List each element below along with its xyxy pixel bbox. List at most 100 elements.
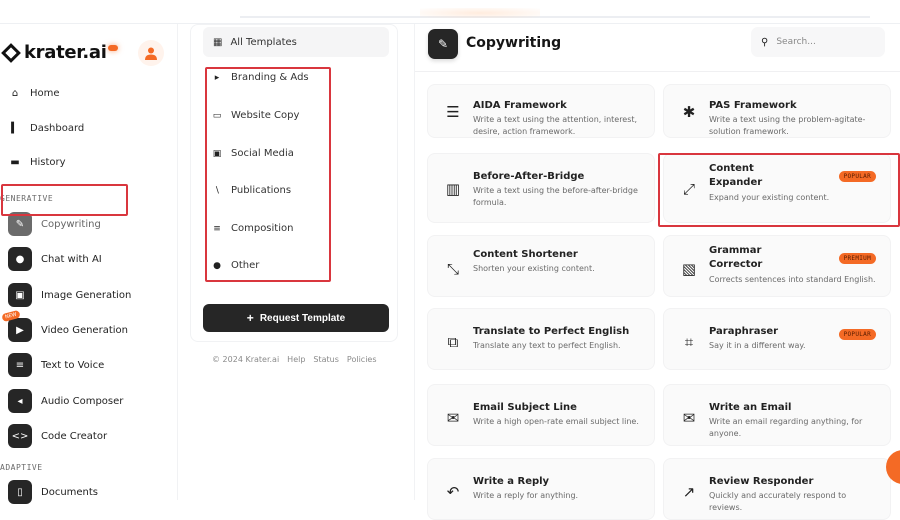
nav-item-code-creator[interactable]: <> Code Creator [8, 424, 107, 448]
nav-item-video-generation[interactable]: ▶ Video Generation [8, 318, 128, 342]
speaker-icon: ◂ [8, 389, 32, 413]
compress-icon: ⤡ [446, 260, 459, 278]
template-card[interactable]: ↶ Write a Reply Write a reply for anything… [427, 458, 655, 520]
nav-item-image-generation[interactable]: ▣ Image Generation [8, 283, 131, 307]
footer-help-link[interactable]: Help [287, 355, 305, 364]
template-card-title: Paraphraser [709, 326, 779, 337]
template-card[interactable]: ✉ Write an Email Write an email regarding … [663, 384, 891, 446]
envelope-icon: ✉ [446, 409, 460, 427]
code-icon: <> [8, 424, 32, 448]
footer: © 2024 Krater.ai Help Status Policies [212, 355, 377, 364]
template-card[interactable]: ▧ Grammar Corrector Corrects sentences int… [663, 235, 891, 297]
template-card-title: PAS Framework [709, 100, 797, 111]
bar-chart-icon: ▍ [11, 123, 19, 134]
copywriting-highlight [1, 184, 128, 216]
premium-badge: PREMIUM [838, 253, 876, 264]
template-card-description: Write a reply for anything. [473, 491, 579, 500]
folder-icon: ▬ [10, 157, 20, 168]
template-card-title: Content Shortener [473, 249, 578, 260]
video-icon: ▶ [8, 318, 32, 342]
template-card-title: Before-After-Bridge [473, 171, 585, 182]
nav-item-history[interactable]: ▬ History [8, 157, 66, 168]
nav-item-label: History [30, 157, 66, 168]
template-card-title: Review Responder [709, 476, 814, 487]
template-card-title: Email Subject Line [473, 402, 577, 413]
template-card-description: Corrects sentences into standard English… [709, 275, 876, 284]
pencil-icon: ✎ [428, 29, 458, 59]
page-title: Copywriting [466, 35, 562, 51]
request-template-button[interactable]: + Request Template [203, 304, 389, 332]
clone-icon: ⧉ [447, 333, 459, 351]
template-card[interactable]: ✉ Email Subject Line Write a high open-rat… [427, 384, 655, 446]
main-content: ✎ Copywriting ⚲ ☰ AIDA Framework Write a t… [414, 24, 900, 520]
microphone-icon: ≡ [8, 353, 32, 377]
template-card[interactable]: ▥ Before-After-Bridge Write a text using t… [427, 153, 655, 223]
reply-all-icon: ↶ [446, 483, 460, 501]
nav-item-text-to-voice[interactable]: ≡ Text to Voice [8, 353, 104, 377]
user-avatar-button[interactable] [138, 40, 164, 66]
asterisk-icon: ✱ [682, 103, 696, 121]
template-card-title: Write an Email [709, 402, 792, 413]
footer-policies-link[interactable]: Policies [347, 355, 377, 364]
template-card-title: Grammar Corrector [709, 245, 763, 270]
nav-item-dashboard[interactable]: ▍ Dashboard [8, 123, 84, 134]
nav-item-label: Documents [41, 486, 99, 498]
pro-badge [107, 44, 118, 51]
template-card[interactable]: ⌗ Paraphraser Say it in a different way. PO… [663, 308, 891, 370]
template-card-title: Write a Reply [473, 476, 550, 487]
nav-item-label: Dashboard [30, 123, 85, 134]
all-templates-button[interactable]: ▦ All Templates [203, 27, 389, 57]
layers-icon: ☰ [446, 103, 460, 121]
template-card[interactable]: ⤡ Content Shortener Shorten your existing … [427, 235, 655, 297]
search-input[interactable] [776, 37, 867, 47]
template-card-title: AIDA Framework [473, 100, 567, 111]
template-card-description: Say it in a different way. [709, 341, 806, 350]
nav-item-label: Audio Composer [41, 395, 124, 407]
footer-status-link[interactable]: Status [313, 355, 339, 364]
nav-item-label: Home [30, 88, 60, 99]
home-icon: ⌂ [11, 88, 19, 99]
sidebar: krater.ai ⌂ Home ▍ Dashboard ▬ History G… [0, 24, 178, 504]
image-icon: ▣ [8, 283, 32, 307]
template-card-description: Write a high open-rate email subject lin… [473, 417, 639, 426]
logo-text: krater.ai [24, 42, 107, 63]
document-icon: ▯ [8, 480, 32, 504]
template-card-description: Write an email regarding anything, for a… [709, 417, 863, 438]
nav-item-audio-composer[interactable]: ◂ Audio Composer [8, 389, 123, 413]
nav-item-chat-with-ai[interactable]: ● Chat with AI [8, 247, 102, 271]
popular-badge: POPULAR [838, 329, 876, 340]
search-box[interactable]: ⚲ [751, 27, 885, 57]
copy-file-icon: ▧ [681, 260, 697, 278]
nav-item-label: Video Generation [41, 324, 128, 336]
template-card-description: Quickly and accurately respond to review… [709, 491, 847, 512]
template-card-description: Write a text using the attention, intere… [473, 115, 638, 136]
request-template-label: Request Template [259, 312, 346, 324]
nav-item-label: Code Creator [41, 430, 108, 442]
top-glow [420, 8, 540, 18]
user-icon [145, 47, 157, 60]
template-card-description: Translate any text to perfect English. [473, 341, 621, 350]
envelope-open-icon: ✉ [682, 409, 696, 427]
template-card-description: Shorten your existing content. [473, 264, 595, 273]
template-card[interactable]: ☰ AIDA Framework Write a text using the at… [427, 84, 655, 138]
nav-item-label: Text to Voice [41, 359, 105, 371]
content-expander-highlight [658, 153, 900, 227]
template-card-title: Translate to Perfect English [473, 326, 630, 337]
top-bar [0, 0, 900, 24]
nav-item-label: Image Generation [41, 289, 132, 301]
nav-item-home[interactable]: ⌂ Home [8, 88, 60, 99]
main-header: ✎ Copywriting ⚲ [415, 24, 900, 72]
template-card-description: Write a text using the before-after-brid… [473, 186, 638, 207]
nav-item-documents[interactable]: ▯ Documents [8, 480, 98, 504]
template-card-description: Write a text using the problem-agitate-s… [709, 115, 866, 136]
template-card[interactable]: ↗ Review Responder Quickly and accurately … [663, 458, 891, 520]
share-square-icon: ↗ [682, 483, 696, 501]
template-card[interactable]: ✱ PAS Framework Write a text using the pro… [663, 84, 891, 138]
logo-mark-icon [1, 42, 21, 63]
categories-highlight [205, 67, 331, 282]
logo[interactable]: krater.ai [1, 42, 118, 63]
copyright: © 2024 Krater.ai [212, 355, 280, 364]
crop-icon: ⌗ [684, 333, 694, 351]
top-divider [240, 16, 870, 18]
template-card[interactable]: ⧉ Translate to Perfect English Translate a… [427, 308, 655, 370]
